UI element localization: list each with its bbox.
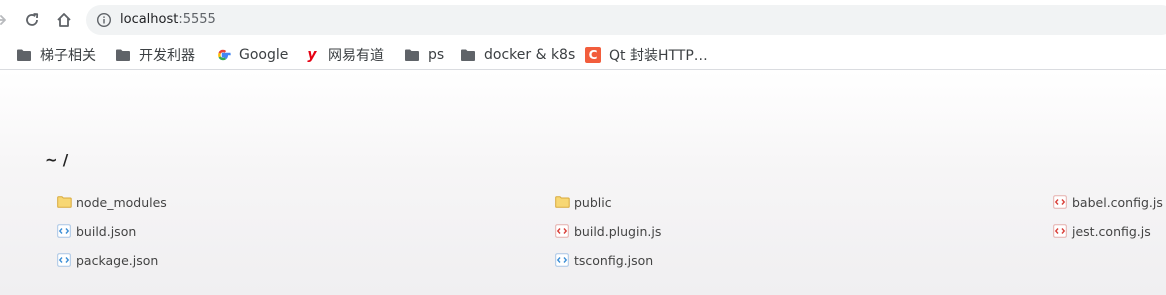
file-name: node_modules	[76, 194, 167, 210]
bookmark-label: 开发利器	[139, 47, 195, 64]
reload-icon	[26, 13, 39, 26]
bookmark-docker-folder[interactable]: docker & k8s	[460, 40, 575, 69]
bookmark-devtools-folder[interactable]: 开发利器	[115, 40, 195, 69]
file-name: jest.config.js	[1072, 223, 1151, 239]
folder-icon	[115, 47, 131, 63]
file-name: tsconfig.json	[574, 252, 654, 268]
browser-toolbar: localhost:5555	[0, 0, 1166, 40]
bookmark-ladder-folder[interactable]: 梯子相关	[16, 40, 96, 69]
reload-button[interactable]	[20, 8, 44, 32]
site-info-icon[interactable]	[96, 12, 112, 28]
bookmark-label: docker & k8s	[484, 46, 576, 63]
file-item-build-json[interactable]: build.json	[56, 222, 136, 240]
bookmark-label: 网易有道	[328, 47, 384, 64]
file-item-public[interactable]: public	[554, 193, 612, 211]
url-port: :5555	[178, 12, 216, 27]
file-name: public	[574, 194, 612, 210]
file-name: build.plugin.js	[574, 223, 662, 239]
forward-arrow-icon	[0, 15, 6, 25]
file-name: package.json	[76, 252, 159, 268]
file-name: build.json	[76, 223, 137, 239]
file-item-babel-config-js[interactable]: babel.config.js	[1052, 193, 1163, 211]
folder-icon	[16, 47, 32, 63]
youdao-icon: y	[307, 46, 317, 63]
json-file-icon	[56, 224, 72, 238]
code-file-icon	[554, 224, 570, 238]
folder-icon	[554, 195, 570, 209]
folder-icon	[404, 47, 420, 63]
file-item-jest-config-js[interactable]: jest.config.js	[1052, 222, 1151, 240]
bookmark-qt-http[interactable]: C Qt 封装HTTP…	[585, 40, 708, 69]
google-icon	[215, 47, 231, 63]
json-file-icon	[554, 253, 570, 267]
bookmark-label: 梯子相关	[40, 47, 96, 64]
folder-icon	[460, 47, 476, 63]
bookmarks-bar: 梯子相关 开发利器 Google y 网易有道 ps docker & k8s …	[0, 40, 1166, 70]
csdn-icon: C	[585, 46, 601, 63]
code-file-icon	[1052, 195, 1068, 209]
file-item-tsconfig-json[interactable]: tsconfig.json	[554, 251, 653, 269]
file-item-package-json[interactable]: package.json	[56, 251, 158, 269]
bookmark-ps-folder[interactable]: ps	[404, 40, 444, 69]
code-file-icon	[1052, 224, 1068, 238]
json-file-icon	[56, 253, 72, 267]
file-item-node-modules[interactable]: node_modules	[56, 193, 167, 211]
bookmark-label: Qt 封装HTTP…	[609, 47, 708, 64]
url-text[interactable]: localhost:5555	[120, 5, 216, 35]
home-icon	[57, 13, 71, 27]
page-title: ~ /	[45, 151, 69, 169]
bookmark-label: ps	[428, 46, 445, 63]
bookmark-youdao[interactable]: y 网易有道	[304, 40, 384, 69]
page-content: ~ / node_modules build.json package.json…	[0, 71, 1166, 295]
file-name: babel.config.js	[1072, 194, 1163, 210]
bookmark-label: Google	[239, 46, 289, 63]
address-bar[interactable]: localhost:5555	[86, 5, 1166, 35]
file-item-build-plugin-js[interactable]: build.plugin.js	[554, 222, 661, 240]
bookmark-google[interactable]: Google	[215, 40, 288, 69]
forward-button[interactable]	[0, 8, 12, 32]
home-button[interactable]	[52, 8, 76, 32]
url-host: localhost	[120, 12, 179, 27]
folder-icon	[56, 195, 72, 209]
